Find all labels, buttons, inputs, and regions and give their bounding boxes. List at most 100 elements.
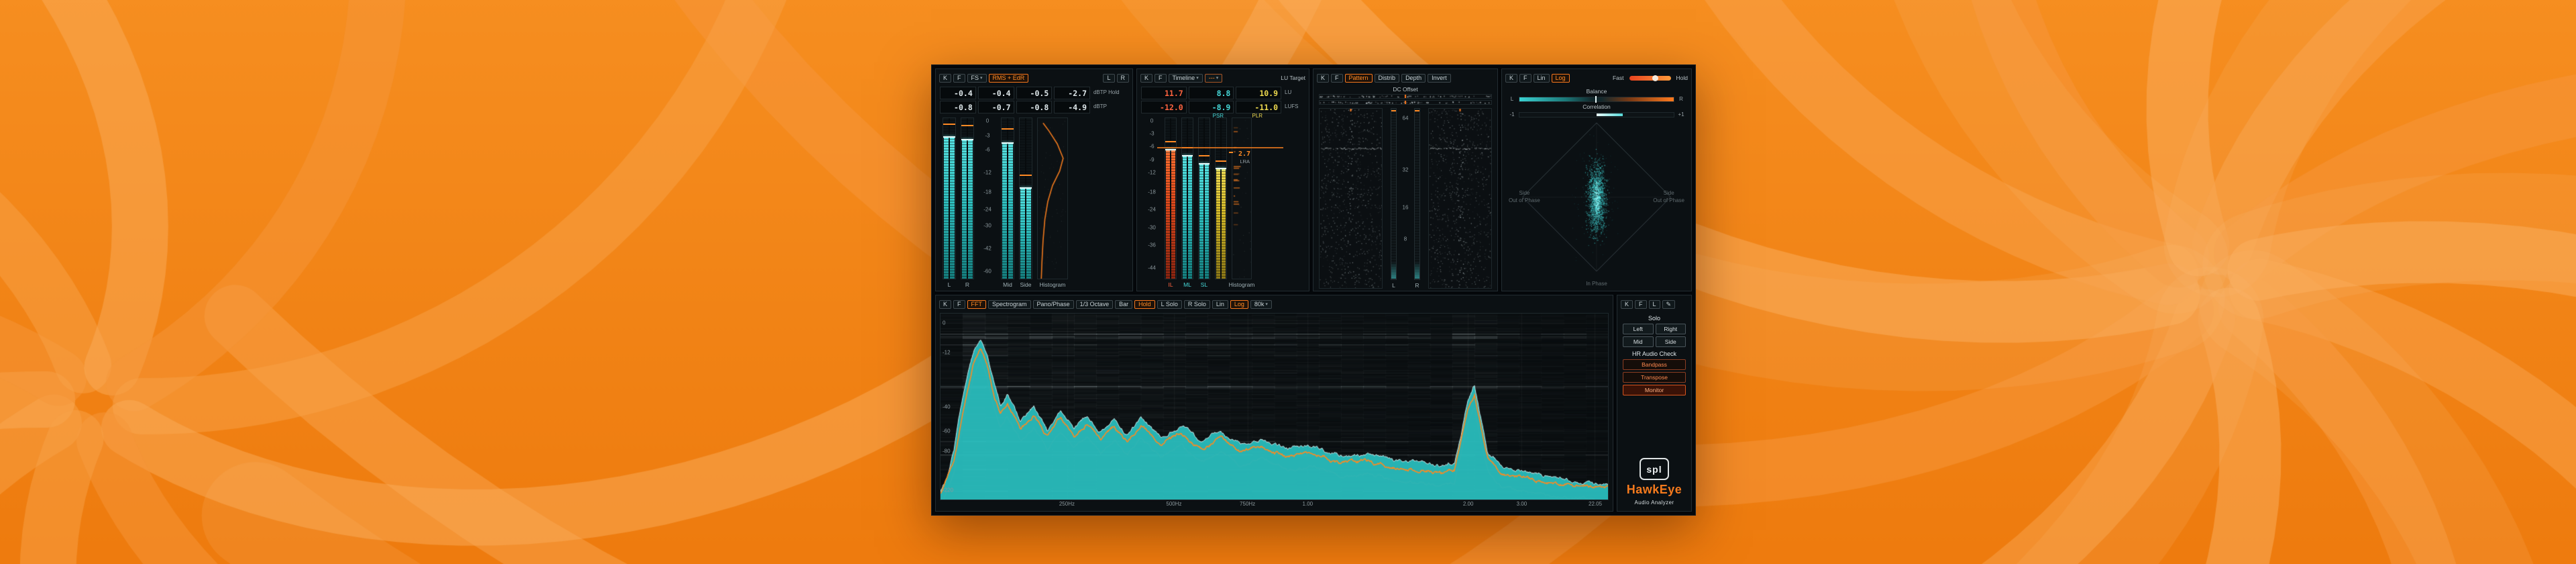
- dc-invert-button[interactable]: Invert: [1428, 74, 1451, 83]
- bit-channel-label: R: [1415, 282, 1419, 289]
- dc-pattern-button[interactable]: Pattern: [1345, 74, 1373, 83]
- solo-mid-button[interactable]: Mid: [1623, 336, 1654, 347]
- dc-f-button[interactable]: F: [1331, 74, 1343, 83]
- meter-hold-tick: [961, 125, 973, 126]
- phase-log-button[interactable]: Log: [1552, 74, 1570, 83]
- button-label: Monitor: [1645, 387, 1664, 393]
- loudness-meters: 0-3-6-9-12-18-24-30-36-44ILMLSL2.7LRAHis…: [1137, 113, 1309, 291]
- dc-offset-header: KF PatternDistrib Depth Invert: [1313, 69, 1497, 85]
- lra-value: 2.7: [1238, 150, 1250, 158]
- button-label: 80k: [1254, 301, 1265, 308]
- phase-f-button[interactable]: F: [1519, 74, 1532, 83]
- loudness-k-button[interactable]: K: [1140, 74, 1152, 83]
- button-label: K: [1509, 75, 1513, 81]
- meter-hold-tick: [1002, 128, 1014, 130]
- meter-peak-line: [961, 139, 973, 140]
- hr-transpose-button[interactable]: Transpose: [1623, 372, 1686, 383]
- spectrum-lin-button[interactable]: Lin: [1212, 300, 1228, 309]
- meter-hold-tick: [1199, 155, 1210, 156]
- solo-right-button[interactable]: Right: [1656, 324, 1686, 334]
- scale-tick-label: -12: [1144, 169, 1160, 175]
- lra-label: LRA: [1240, 158, 1250, 164]
- button-label: FFT: [971, 301, 983, 308]
- readout-row: 11.78.810.9LU: [1137, 85, 1309, 99]
- spectrum-hold-button[interactable]: Hold: [1134, 300, 1155, 309]
- side-k-button[interactable]: K: [1621, 300, 1633, 309]
- hr-bandpass-button[interactable]: Bandpass: [1623, 359, 1686, 370]
- meter-k-button[interactable]: K: [939, 74, 951, 83]
- meter-channel-l-button[interactable]: L: [1103, 74, 1114, 83]
- side-pencil-icon-button[interactable]: ✎: [1662, 300, 1676, 309]
- spectrum-80k-button[interactable]: 80k▾: [1250, 300, 1272, 309]
- spectrum-1-3-octave-button[interactable]: 1/3 Octave: [1076, 300, 1114, 309]
- slider-knob[interactable]: [1652, 75, 1658, 81]
- loudness-item-button[interactable]: ---▾: [1205, 74, 1223, 83]
- meter-fs-button[interactable]: FS▾: [967, 74, 987, 83]
- meter-split: [1203, 118, 1205, 279]
- phase-lin-button[interactable]: Lin: [1534, 74, 1550, 83]
- spectrum-f-button[interactable]: F: [953, 300, 965, 309]
- button-label: L: [1653, 301, 1656, 308]
- readout-value: -2.7: [1054, 87, 1090, 99]
- button-label: Depth: [1405, 75, 1421, 81]
- spectrum-bar-button[interactable]: Bar: [1115, 300, 1132, 309]
- hr-audio-check-title: HR Audio Check: [1617, 350, 1691, 357]
- bit-meter-column: R: [1413, 108, 1421, 289]
- scale-tick-label: -24: [979, 207, 996, 213]
- readout-value: 10.9: [1236, 87, 1281, 99]
- hr-audio-check-buttons: Bandpass Transpose Monitor: [1617, 359, 1691, 395]
- correlation-min-label: -1: [1509, 111, 1515, 117]
- button-label: L: [1107, 75, 1110, 81]
- loudness-readouts: 11.78.810.9LU-12.0-8.9-11.0LUFS: [1137, 85, 1309, 113]
- spectrum-l-solo-button[interactable]: L Solo: [1157, 300, 1182, 309]
- button-label: K: [943, 301, 947, 308]
- phase-k-button[interactable]: K: [1505, 74, 1517, 83]
- solo-side-button[interactable]: Side: [1656, 336, 1686, 347]
- button-label: Bandpass: [1642, 361, 1667, 368]
- spl-logo-text: spl: [1646, 464, 1662, 475]
- readout-value: -0.8: [1016, 101, 1053, 113]
- meter-f-button[interactable]: F: [953, 74, 965, 83]
- loudness-f-button[interactable]: F: [1155, 74, 1167, 83]
- button-label: L Solo: [1161, 301, 1178, 308]
- button-label: Timeline: [1173, 75, 1195, 81]
- pattern-display-left: [1319, 108, 1383, 289]
- hawkeye-plugin-window: KFFS▾RMS + EdR LR -0.4-0.4-0.5-2.7dBTP H…: [931, 64, 1696, 516]
- chevron-down-icon: ▾: [1265, 302, 1268, 307]
- readout-value: -0.4: [978, 87, 1014, 99]
- frequency-axis-label: 22.05: [1589, 501, 1602, 507]
- spectrum-r-solo-button[interactable]: R Solo: [1184, 300, 1210, 309]
- dc-distrib-button[interactable]: Distrib: [1375, 74, 1400, 83]
- meter-split: [1187, 118, 1188, 279]
- bit-meter-column: L: [1390, 108, 1397, 289]
- button-label: Bar: [1119, 301, 1128, 308]
- meter-rms-edr-button[interactable]: RMS + EdR: [989, 74, 1029, 83]
- dc-depth-button[interactable]: Depth: [1401, 74, 1426, 83]
- button-label: FS: [971, 75, 979, 81]
- spectrum-pano-phase-button[interactable]: Pano/Phase: [1033, 300, 1074, 309]
- meter-split: [1025, 118, 1026, 279]
- dc-k-button[interactable]: K: [1317, 74, 1329, 83]
- scale-tick-label: -60: [979, 268, 996, 274]
- solo-left-button[interactable]: Left: [1623, 324, 1654, 334]
- button-label: F: [1523, 75, 1527, 81]
- loudness-panel: KFTimeline▾---▾ LU Target 11.78.810.9LU-…: [1136, 68, 1309, 291]
- side-f-button[interactable]: F: [1635, 300, 1647, 309]
- spectrum-display: 0-12-40-60-80-220: [940, 313, 1609, 500]
- spectrum-spectrogram-button[interactable]: Spectrogram: [988, 300, 1031, 309]
- hr-monitor-button[interactable]: Monitor: [1623, 385, 1686, 395]
- fast-hold-slider[interactable]: [1629, 76, 1671, 81]
- meter-side: Side: [1019, 117, 1032, 288]
- solo-buttons: LeftRightMidSide: [1617, 324, 1691, 347]
- side-l-button[interactable]: L: [1649, 300, 1660, 309]
- dc-offset-strips: [1313, 94, 1497, 105]
- loudness-timeline-button[interactable]: Timeline▾: [1169, 74, 1203, 83]
- meter-channel-r-button[interactable]: R: [1117, 74, 1130, 83]
- spectrum-log-button[interactable]: Log: [1230, 300, 1248, 309]
- button-label: Transpose: [1641, 374, 1668, 381]
- button-label: F: [1335, 75, 1339, 81]
- scale-tick-label: -9: [1144, 156, 1160, 162]
- spectrum-k-button[interactable]: K: [939, 300, 951, 309]
- meter-track: [1198, 117, 1210, 279]
- spectrum-fft-button[interactable]: FFT: [967, 300, 987, 309]
